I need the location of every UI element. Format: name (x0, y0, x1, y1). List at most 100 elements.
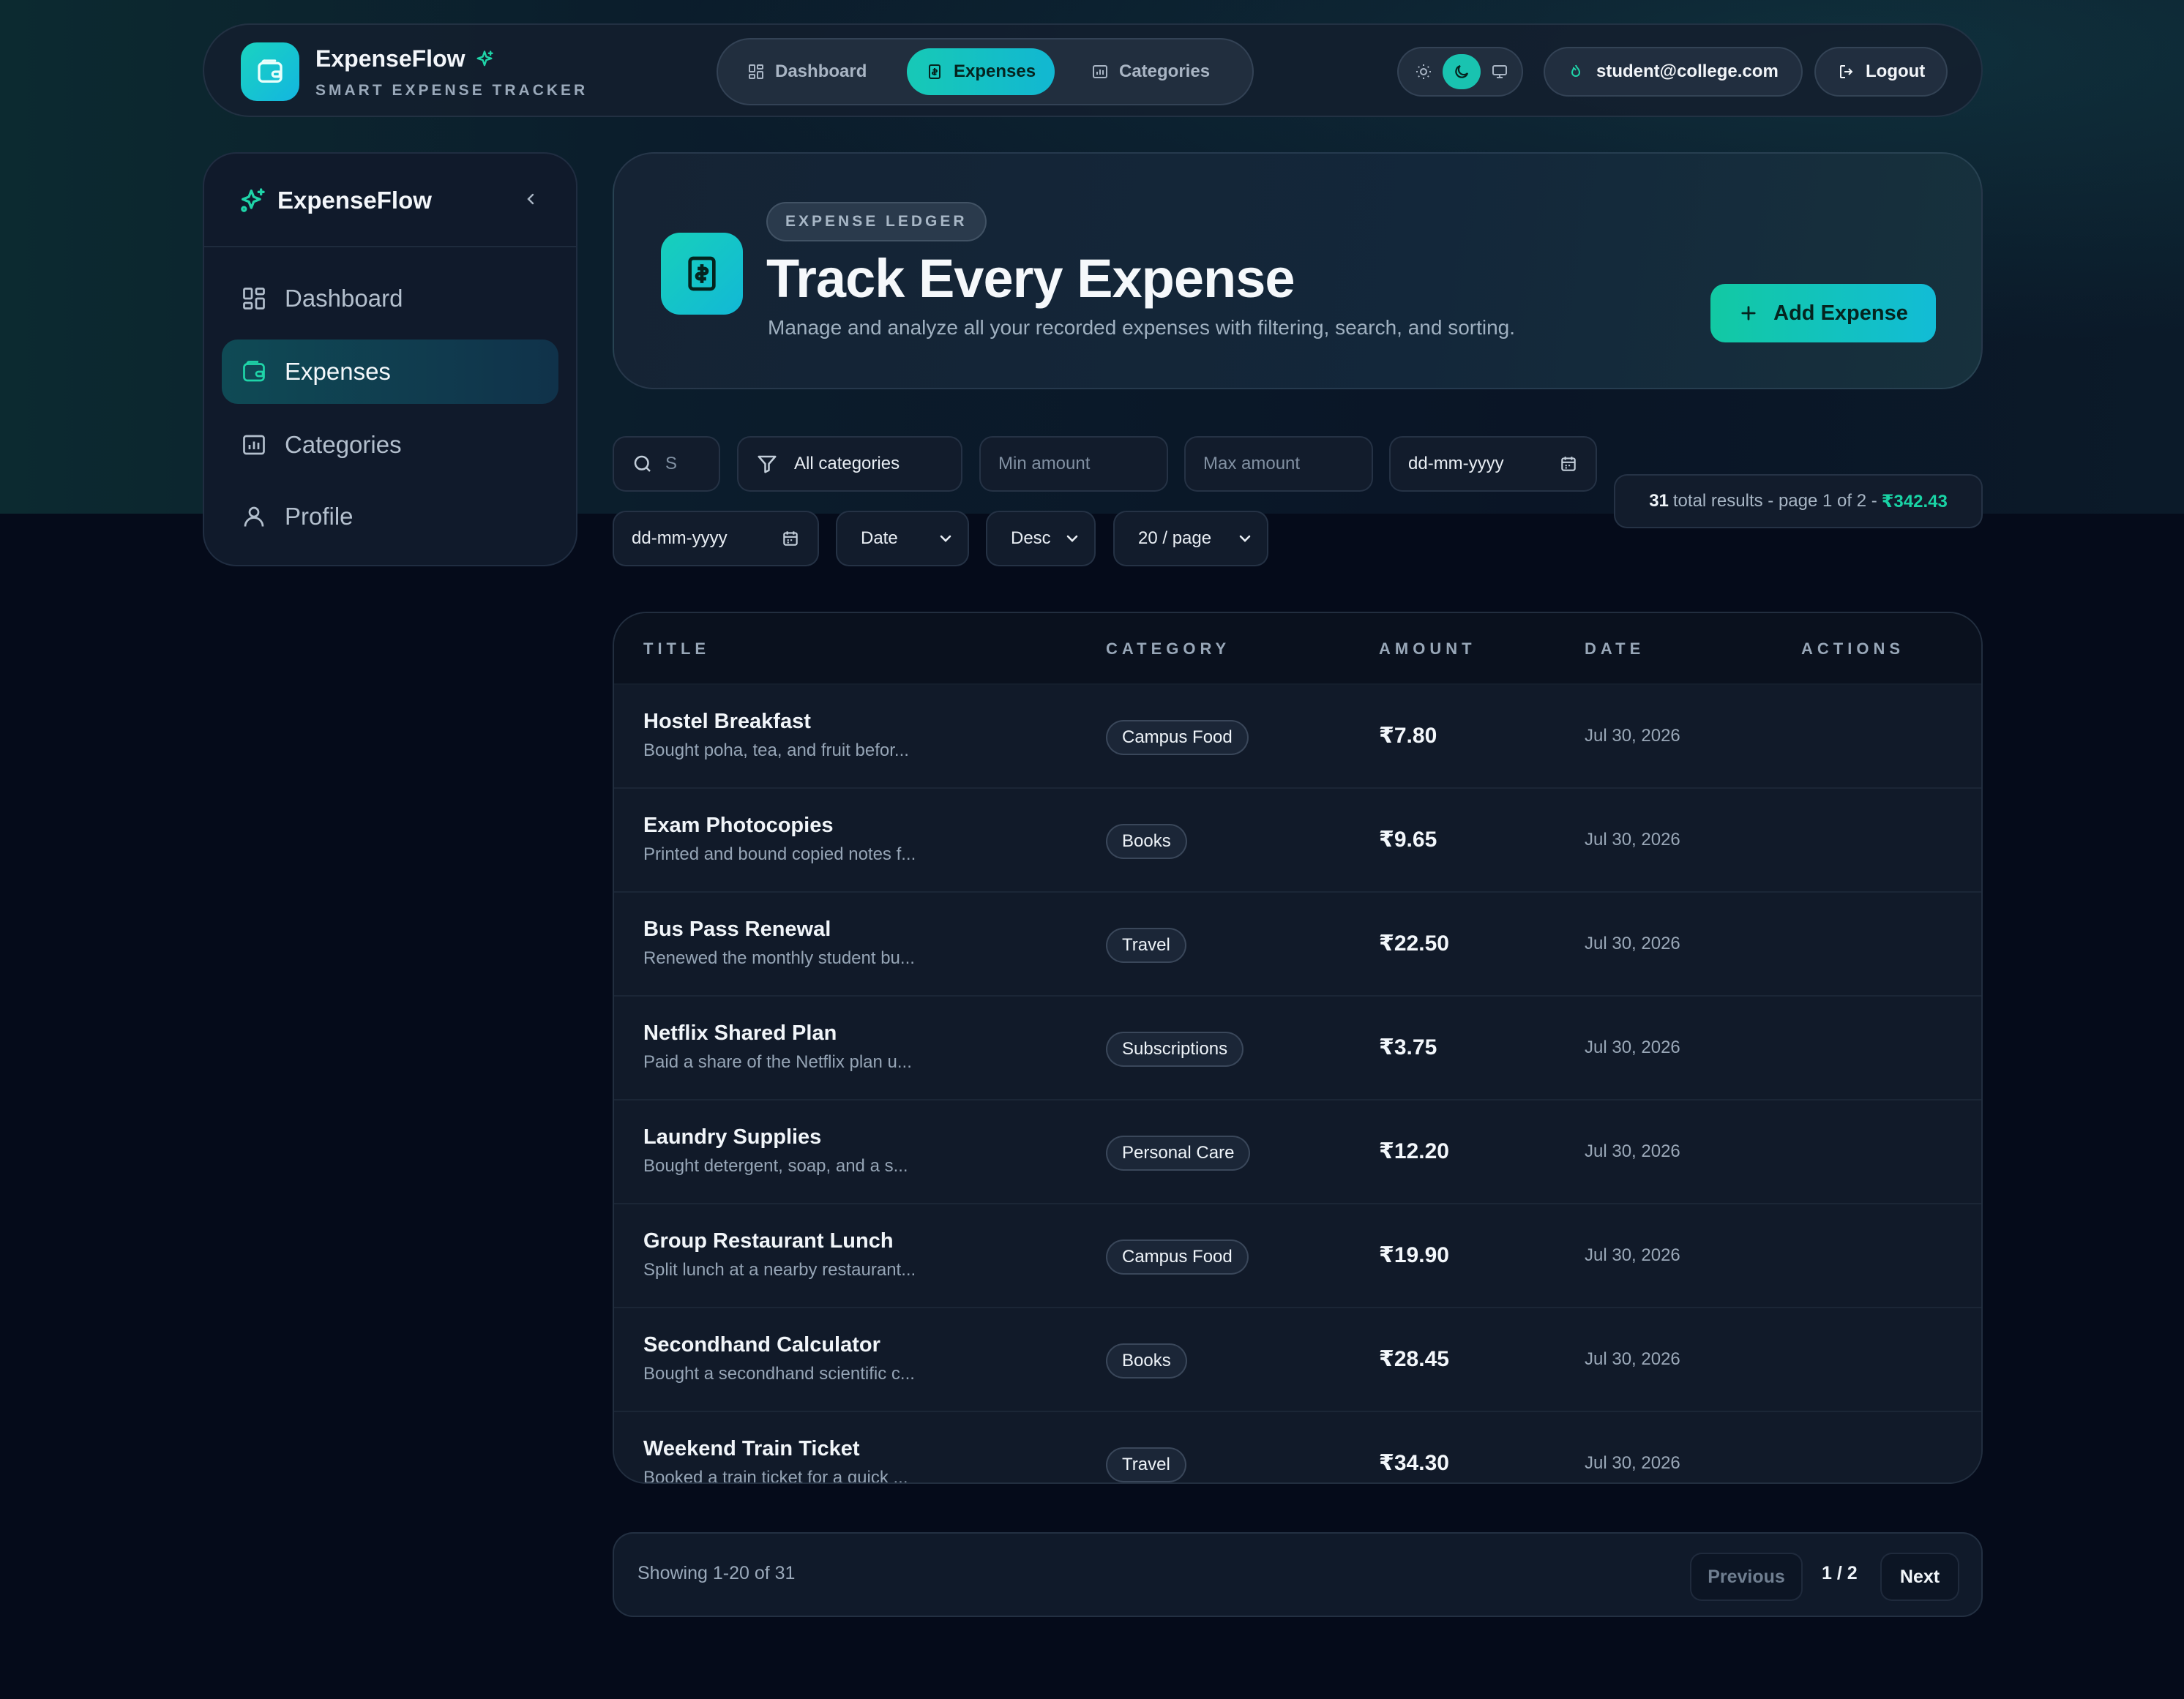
column-header-actions: ACTIONS (1801, 640, 1904, 658)
column-header-amount[interactable]: AMOUNT (1379, 640, 1476, 659)
max-amount-placeholder: Max amount (1203, 454, 1301, 473)
expense-amount: ₹7.80 (1379, 724, 1437, 748)
expense-amount: ₹28.45 (1379, 1347, 1449, 1371)
sidebar-item-dashboard[interactable]: Dashboard (222, 266, 558, 331)
category-filter[interactable]: All categories (737, 436, 962, 492)
expense-date: Jul 30, 2026 (1585, 830, 1680, 850)
expense-date: Jul 30, 2026 (1585, 1245, 1680, 1265)
search-value: S (665, 454, 678, 473)
page-size-select[interactable]: 20 / page (1113, 511, 1268, 566)
sparkle-icon (474, 49, 495, 70)
column-header-title[interactable]: TITLE (643, 640, 710, 659)
top-nav-expenses[interactable]: Expenses (907, 48, 1055, 95)
sort-field-select[interactable]: Date (836, 511, 969, 566)
sidebar-header: ExpenseFlow (204, 154, 576, 247)
expense-amount: ₹19.90 (1379, 1243, 1449, 1267)
showing-range: Showing 1-20 of 31 (637, 1563, 796, 1583)
expense-amount: ₹34.30 (1379, 1451, 1449, 1475)
expense-description: Split lunch at a nearby restaurant... (643, 1260, 916, 1280)
expense-title: Weekend Train Ticket (643, 1437, 860, 1460)
flame-icon (1567, 63, 1585, 80)
expense-description: Renewed the monthly student bu... (643, 948, 915, 968)
page-subtitle: Manage and analyze all your recorded exp… (768, 316, 1516, 339)
user-icon (241, 503, 267, 530)
results-summary: 31 total results - page 1 of 2 - ₹342.43 (1614, 474, 1983, 528)
max-amount-field[interactable]: Max amount (1184, 436, 1373, 492)
sort-order-select[interactable]: Desc (986, 511, 1096, 566)
expense-amount: ₹9.65 (1379, 828, 1437, 852)
chevron-down-icon (1063, 530, 1081, 547)
previous-button[interactable]: Previous (1690, 1553, 1803, 1601)
expense-amount: ₹3.75 (1379, 1035, 1437, 1059)
expense-title: Netflix Shared Plan (643, 1021, 837, 1045)
search-icon (632, 453, 654, 475)
brand-subtitle: SMART EXPENSE TRACKER (315, 82, 588, 99)
page-badge: EXPENSE LEDGER (766, 202, 987, 241)
user-email-pill[interactable]: student@college.com (1544, 47, 1803, 97)
calendar-icon[interactable] (1559, 454, 1578, 473)
chevron-down-icon (1236, 530, 1254, 547)
min-amount-field[interactable]: Min amount (979, 436, 1168, 492)
top-nav-expenses-label: Expenses (954, 61, 1036, 81)
column-header-category[interactable]: CATEGORY (1106, 640, 1230, 659)
search-input[interactable]: S (613, 436, 720, 492)
top-nav-categories[interactable]: Categories (1072, 48, 1229, 95)
page-hero: EXPENSE LEDGER Track Every Expense Manag… (613, 152, 1983, 389)
calendar-icon[interactable] (781, 529, 800, 548)
min-amount-placeholder: Min amount (998, 454, 1091, 473)
top-nav-categories-label: Categories (1119, 61, 1211, 81)
moon-icon[interactable] (1443, 54, 1481, 89)
table-row[interactable]: Exam Photocopies Printed and bound copie… (614, 789, 1981, 893)
top-nav-dashboard-label: Dashboard (775, 61, 867, 81)
table-row[interactable]: Hostel Breakfast Bought poha, tea, and f… (614, 685, 1981, 789)
category-chip: Campus Food (1106, 720, 1249, 755)
sidebar-item-profile[interactable]: Profile (222, 484, 558, 549)
chevron-left-icon[interactable] (519, 187, 542, 211)
top-bar: ExpenseFlow SMART EXPENSE TRACKER Dashbo… (203, 23, 1983, 117)
expense-description: Printed and bound copied notes f... (643, 844, 916, 864)
receipt-icon (926, 63, 943, 80)
sort-order-value: Desc (1011, 528, 1051, 548)
expense-description: Bought detergent, soap, and a s... (643, 1156, 908, 1176)
sidebar-item-categories[interactable]: Categories (222, 413, 558, 477)
results-text: total results - page 1 of 2 - (1672, 491, 1877, 511)
date-to-field[interactable]: dd-mm-yyyy (613, 511, 819, 566)
table-row[interactable]: Secondhand Calculator Bought a secondhan… (614, 1308, 1981, 1412)
expense-description: Booked a train ticket for a quick ... (643, 1468, 908, 1484)
next-button[interactable]: Next (1880, 1553, 1959, 1601)
expense-title: Exam Photocopies (643, 814, 834, 837)
table-row[interactable]: Bus Pass Renewal Renewed the monthly stu… (614, 893, 1981, 997)
category-chip: Personal Care (1106, 1136, 1251, 1171)
top-nav: Dashboard Expenses Categories (717, 38, 1254, 105)
table-row[interactable]: Weekend Train Ticket Booked a train tick… (614, 1412, 1981, 1484)
expense-description: Bought a secondhand scientific c... (643, 1364, 915, 1384)
wallet-logo-icon (241, 42, 299, 101)
monitor-icon[interactable] (1481, 54, 1519, 89)
top-nav-dashboard[interactable]: Dashboard (728, 48, 886, 95)
sidebar: ExpenseFlow Dashboard Expenses Categorie… (203, 152, 577, 566)
receipt-icon (661, 233, 743, 315)
add-expense-label: Add Expense (1773, 301, 1908, 325)
brand-title-text: ExpenseFlow (315, 45, 465, 72)
page-size-value: 20 / page (1138, 528, 1212, 548)
brand-title[interactable]: ExpenseFlow (315, 45, 495, 72)
table-row[interactable]: Laundry Supplies Bought detergent, soap,… (614, 1100, 1981, 1204)
user-email: student@college.com (1596, 61, 1779, 81)
sidebar-item-label: Categories (285, 431, 402, 458)
grid-icon (241, 285, 267, 312)
expense-title: Group Restaurant Lunch (643, 1229, 894, 1253)
sun-icon[interactable] (1405, 54, 1443, 89)
table-row[interactable]: Group Restaurant Lunch Split lunch at a … (614, 1204, 1981, 1308)
sparkle-icon (238, 186, 267, 215)
add-expense-button[interactable]: Add Expense (1710, 284, 1936, 342)
expenses-table: TITLE CATEGORY AMOUNT DATE ACTIONS Hoste… (613, 612, 1983, 1484)
logout-button[interactable]: Logout (1814, 47, 1948, 97)
expense-date: Jul 30, 2026 (1585, 1141, 1680, 1161)
sidebar-item-expenses[interactable]: Expenses (222, 340, 558, 404)
column-header-date[interactable]: DATE (1585, 640, 1645, 659)
page-indicator: 1 / 2 (1822, 1563, 1858, 1583)
date-from-field[interactable]: dd-mm-yyyy (1389, 436, 1597, 492)
table-row[interactable]: Netflix Shared Plan Paid a share of the … (614, 997, 1981, 1100)
page-title: Track Every Expense (766, 248, 1295, 309)
sidebar-item-label: Expenses (285, 358, 391, 385)
